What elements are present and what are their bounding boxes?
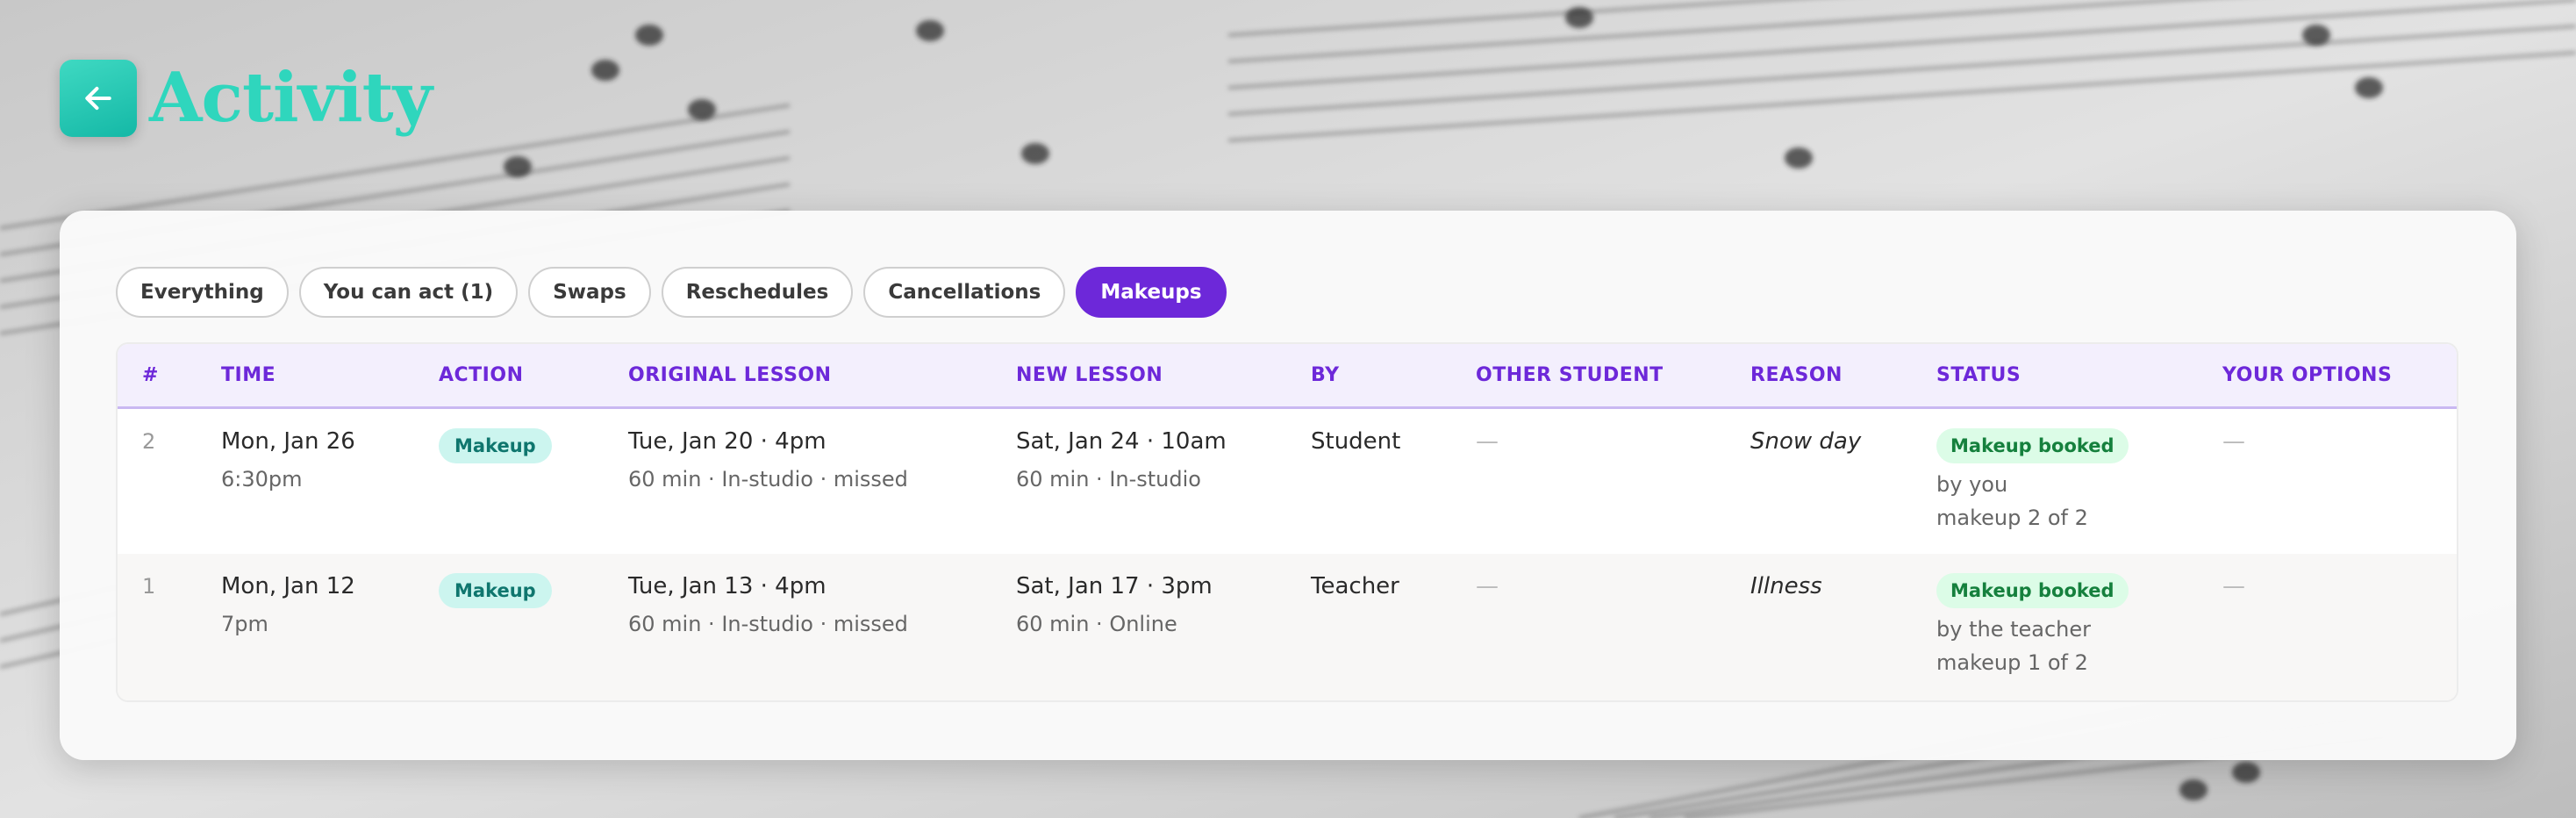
page-header: Activity — [60, 58, 433, 138]
other-student-value: — — [1476, 573, 1499, 599]
table-header-row: # TIME ACTION ORIGINAL LESSON NEW LESSON… — [118, 344, 2457, 409]
filter-cancellations[interactable]: Cancellations — [863, 267, 1066, 318]
other-student-value: — — [1476, 427, 1499, 455]
new-lesson-main: Sat, Jan 17 · 3pm — [1016, 573, 1213, 599]
column-header-action: ACTION — [414, 344, 604, 409]
reason-value: Illness — [1750, 573, 1822, 599]
column-header-number: # — [118, 344, 197, 409]
new-lesson-main: Sat, Jan 24 · 10am — [1016, 427, 1227, 455]
original-lesson-details: 60 min · In-studio · missed — [628, 612, 908, 636]
column-header-by: BY — [1286, 344, 1451, 409]
back-button[interactable] — [60, 60, 137, 137]
column-header-time: TIME — [197, 344, 414, 409]
column-header-status: STATUS — [1912, 344, 2198, 409]
table-row: 2 Mon, Jan 26 6:30pm Makeup Tue, Jan 20 … — [118, 407, 2457, 554]
original-lesson-main: Tue, Jan 20 · 4pm — [628, 427, 826, 455]
by-value: Teacher — [1311, 573, 1399, 599]
by-value: Student — [1311, 427, 1401, 455]
column-header-other-student: OTHER STUDENT — [1451, 344, 1726, 409]
column-header-your-options: YOUR OPTIONS — [2198, 344, 2457, 409]
time-date: Mon, Jan 26 — [221, 427, 355, 455]
time-clock: 7pm — [221, 612, 268, 636]
reason-value: Snow day — [1750, 427, 1862, 455]
action-badge: Makeup — [439, 427, 552, 463]
row-number: 2 — [142, 428, 156, 454]
arrow-left-icon — [85, 86, 111, 111]
original-lesson-main: Tue, Jan 13 · 4pm — [628, 573, 826, 599]
filter-makeups[interactable]: Makeups — [1076, 267, 1227, 318]
your-options-value: — — [2222, 573, 2245, 599]
row-number: 1 — [142, 574, 156, 599]
status-badge: Makeup booked — [1936, 427, 2129, 463]
filter-reschedules[interactable]: Reschedules — [661, 267, 854, 318]
column-header-original-lesson: ORIGINAL LESSON — [604, 344, 991, 409]
filter-chips: Everything You can act (1) Swaps Resched… — [116, 267, 1227, 318]
activity-table: # TIME ACTION ORIGINAL LESSON NEW LESSON… — [116, 342, 2458, 702]
status-badge: Makeup booked — [1936, 573, 2129, 608]
filter-everything[interactable]: Everything — [116, 267, 289, 318]
action-badge: Makeup — [439, 573, 552, 608]
filter-swaps[interactable]: Swaps — [528, 267, 651, 318]
status-count: makeup 1 of 2 — [1936, 650, 2088, 675]
table-row: 1 Mon, Jan 12 7pm Makeup Tue, Jan 13 · 4… — [118, 554, 2457, 700]
new-lesson-details: 60 min · Online — [1016, 612, 1177, 636]
time-date: Mon, Jan 12 — [221, 573, 355, 599]
your-options-value: — — [2222, 427, 2245, 455]
status-by: by you — [1936, 471, 2008, 497]
page-title: Activity — [149, 58, 433, 138]
column-header-reason: REASON — [1726, 344, 1912, 409]
new-lesson-details: 60 min · In-studio — [1016, 466, 1201, 492]
column-header-new-lesson: NEW LESSON — [991, 344, 1286, 409]
time-clock: 6:30pm — [221, 466, 303, 492]
original-lesson-details: 60 min · In-studio · missed — [628, 466, 908, 492]
filter-you-can-act[interactable]: You can act (1) — [298, 267, 519, 318]
status-count: makeup 2 of 2 — [1936, 505, 2088, 530]
activity-card: Everything You can act (1) Swaps Resched… — [60, 211, 2516, 760]
status-by: by the teacher — [1936, 617, 2092, 642]
